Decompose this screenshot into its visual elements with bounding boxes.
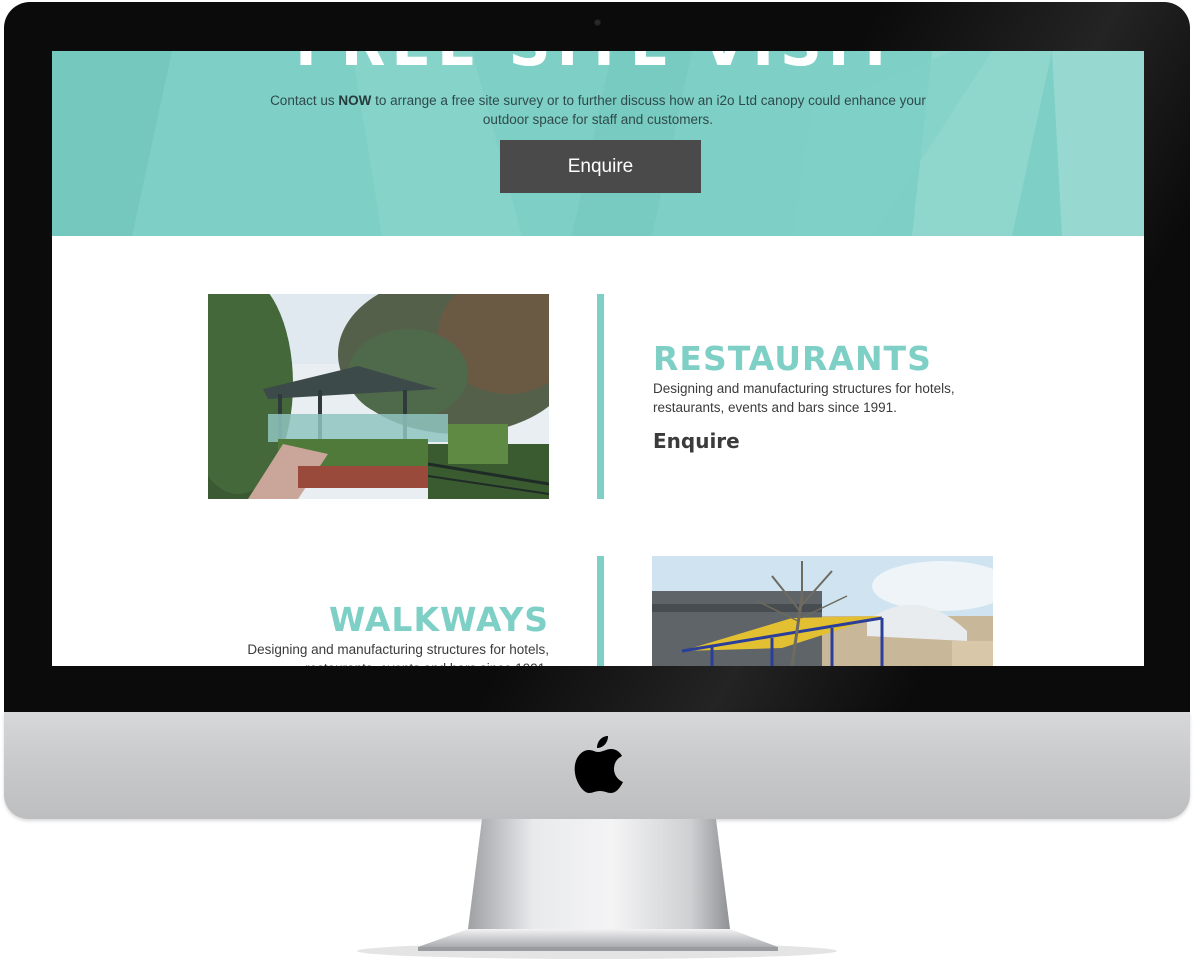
- hero-heading: FREE SITE VISIT: [52, 51, 1144, 75]
- restaurants-divider: [597, 294, 604, 499]
- website-screen: FREE SITE VISIT Contact us NOW to arrang…: [52, 51, 1144, 666]
- camera-icon: [595, 20, 600, 25]
- walkway-photo: [652, 556, 993, 666]
- apple-logo-icon: [574, 736, 623, 793]
- monitor-stand: [357, 819, 837, 959]
- imac-mockup: FREE SITE VISIT Contact us NOW to arrang…: [0, 0, 1195, 961]
- hero-description: Contact us NOW to arrange a free site su…: [270, 93, 926, 127]
- hero-emphasis: NOW: [338, 93, 372, 108]
- walkways-description: Designing and manufacturing structures f…: [247, 642, 549, 666]
- restaurants-description: Designing and manufacturing structures f…: [653, 381, 955, 415]
- restaurant-photo: [208, 294, 549, 499]
- restaurants-enquire-link[interactable]: Enquire: [653, 429, 740, 453]
- restaurants-title: RESTAURANTS: [653, 339, 932, 378]
- hero-banner: FREE SITE VISIT Contact us NOW to arrang…: [52, 51, 1144, 236]
- walkways-divider: [597, 556, 604, 666]
- walkways-title: WALKWAYS: [328, 600, 549, 639]
- hero-enquire-button[interactable]: Enquire: [500, 140, 701, 193]
